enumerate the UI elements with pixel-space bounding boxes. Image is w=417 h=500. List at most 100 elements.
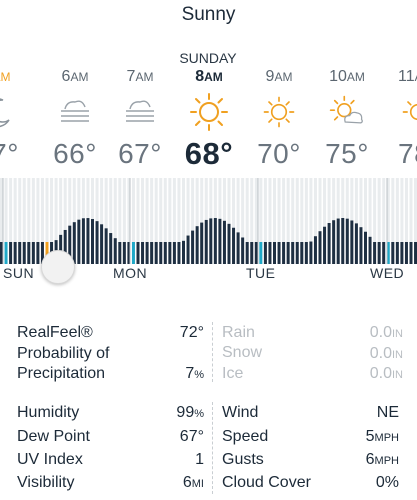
sun-icon [170, 90, 248, 134]
hour-item[interactable]: 10AM 75° [308, 68, 386, 170]
timeline-bar [286, 242, 290, 264]
timeline-bar [373, 242, 377, 264]
realfeel-label: RealFeel® [17, 324, 93, 341]
timeline-bar [295, 242, 299, 264]
gusts-label: Gusts [222, 451, 264, 468]
timeline-bar [359, 227, 363, 264]
timeline-bar [273, 242, 276, 264]
timeline-bar [227, 223, 231, 264]
hour-temp: 78 [398, 138, 417, 169]
timeline-bar [36, 242, 40, 264]
timeline-scrub-handle[interactable] [41, 250, 75, 284]
timeline-bar [236, 232, 240, 264]
timeline-bar [13, 242, 17, 264]
dew-point-label: Dew Point [17, 428, 90, 445]
timeline-bar [200, 222, 204, 264]
partly-sunny-icon [308, 90, 386, 134]
timeline-bar [204, 219, 208, 264]
timeline-bar [345, 218, 349, 264]
timeline-bar [4, 242, 8, 264]
timeline-bar [191, 230, 195, 264]
realfeel-value: 72° [179, 324, 204, 341]
uv-index-value: 1 [195, 451, 204, 468]
uv-index-label: UV Index [17, 451, 83, 468]
timeline-bar [195, 226, 199, 264]
hour-temp: 70° [257, 138, 301, 169]
timeline-bar [354, 223, 358, 264]
forecast-title: Sunny [181, 4, 236, 25]
rain-value: 0.0IN [369, 324, 403, 341]
timeline-bar [72, 222, 76, 264]
ice-label: Ice [222, 365, 244, 382]
timeline-bar [100, 224, 104, 264]
timeline-bar [341, 218, 345, 264]
cloud-cover-label: Cloud Cover [222, 474, 311, 491]
timeline-bar [22, 242, 26, 264]
timeline-bar [318, 231, 322, 264]
timeline-bar [382, 242, 386, 264]
timeline-bar [104, 228, 108, 264]
timeline-bar [209, 218, 213, 264]
timeline-bar [250, 242, 254, 264]
hour-temp: 75° [325, 138, 369, 169]
timeline-bar [159, 242, 163, 264]
timeline-bar [350, 220, 354, 264]
timeline-bar [95, 221, 99, 264]
timeline-bar [327, 223, 331, 264]
gusts-value: 6MPH [365, 451, 399, 468]
timeline-bar [377, 242, 381, 264]
timeline-bar [395, 242, 399, 264]
timeline-bar [313, 236, 317, 264]
hour-time: 7AM [0, 70, 11, 84]
timeline-bar [81, 218, 85, 264]
snow-label: Snow [222, 344, 263, 361]
day-label-sun: SUN [3, 265, 35, 281]
timeline-bar [9, 242, 13, 264]
timeline-bar [91, 219, 94, 264]
timeline-bar [213, 218, 217, 264]
probability-label-line2: Precipitation [17, 365, 106, 382]
timeline-bar [182, 240, 185, 264]
timeline-bar [31, 242, 35, 264]
timeline-bar [336, 218, 340, 264]
day-label-wed: WED [370, 265, 405, 281]
probability-label-line1: Probability of [17, 345, 110, 362]
sun-icon [376, 90, 417, 134]
hour-time: 11A [398, 68, 417, 85]
cloud-cover-value: 0% [375, 474, 399, 491]
sun-icon [240, 90, 318, 134]
timeline-bar [177, 242, 181, 264]
timeline-bar [245, 242, 249, 264]
timeline-bar [404, 242, 408, 264]
humidity-label: Humidity [17, 404, 80, 421]
timeline-bar [259, 242, 263, 264]
hour-item[interactable]: 7AM 67° [101, 68, 179, 170]
timeline-bar [131, 242, 135, 264]
timeline-bar [172, 242, 176, 264]
hour-temp: 67° [118, 138, 162, 169]
hour-temp: 67° [0, 138, 19, 169]
snow-value: 0.0IN [369, 345, 403, 362]
timeline-bar [136, 242, 140, 264]
timeline-bar [145, 242, 149, 264]
timeline-bar [409, 242, 413, 264]
hour-time: 9AM [265, 68, 293, 85]
probability-value: 7% [185, 365, 204, 382]
hour-item[interactable]: 7AM 67° [0, 68, 36, 170]
hour-time: 10AM [329, 68, 365, 85]
timeline-bar [277, 242, 281, 264]
ice-value: 0.0IN [369, 365, 403, 382]
timeline-bar [400, 242, 404, 264]
timeline-bar [163, 242, 167, 264]
timeline-bar [113, 238, 117, 264]
wind-label: Wind [222, 404, 259, 421]
timeline-bar [368, 236, 372, 264]
hour-item-selected[interactable]: 8AM 68° [170, 68, 248, 172]
timeline-bar [241, 237, 245, 264]
hour-item[interactable]: 11A 78 [376, 68, 417, 170]
hour-item[interactable]: 9AM 70° [240, 68, 318, 170]
wind-value: NE [376, 404, 399, 421]
hour-temp: 68° [184, 136, 234, 171]
timeline-bar [218, 218, 222, 264]
timeline-bar [18, 242, 22, 264]
